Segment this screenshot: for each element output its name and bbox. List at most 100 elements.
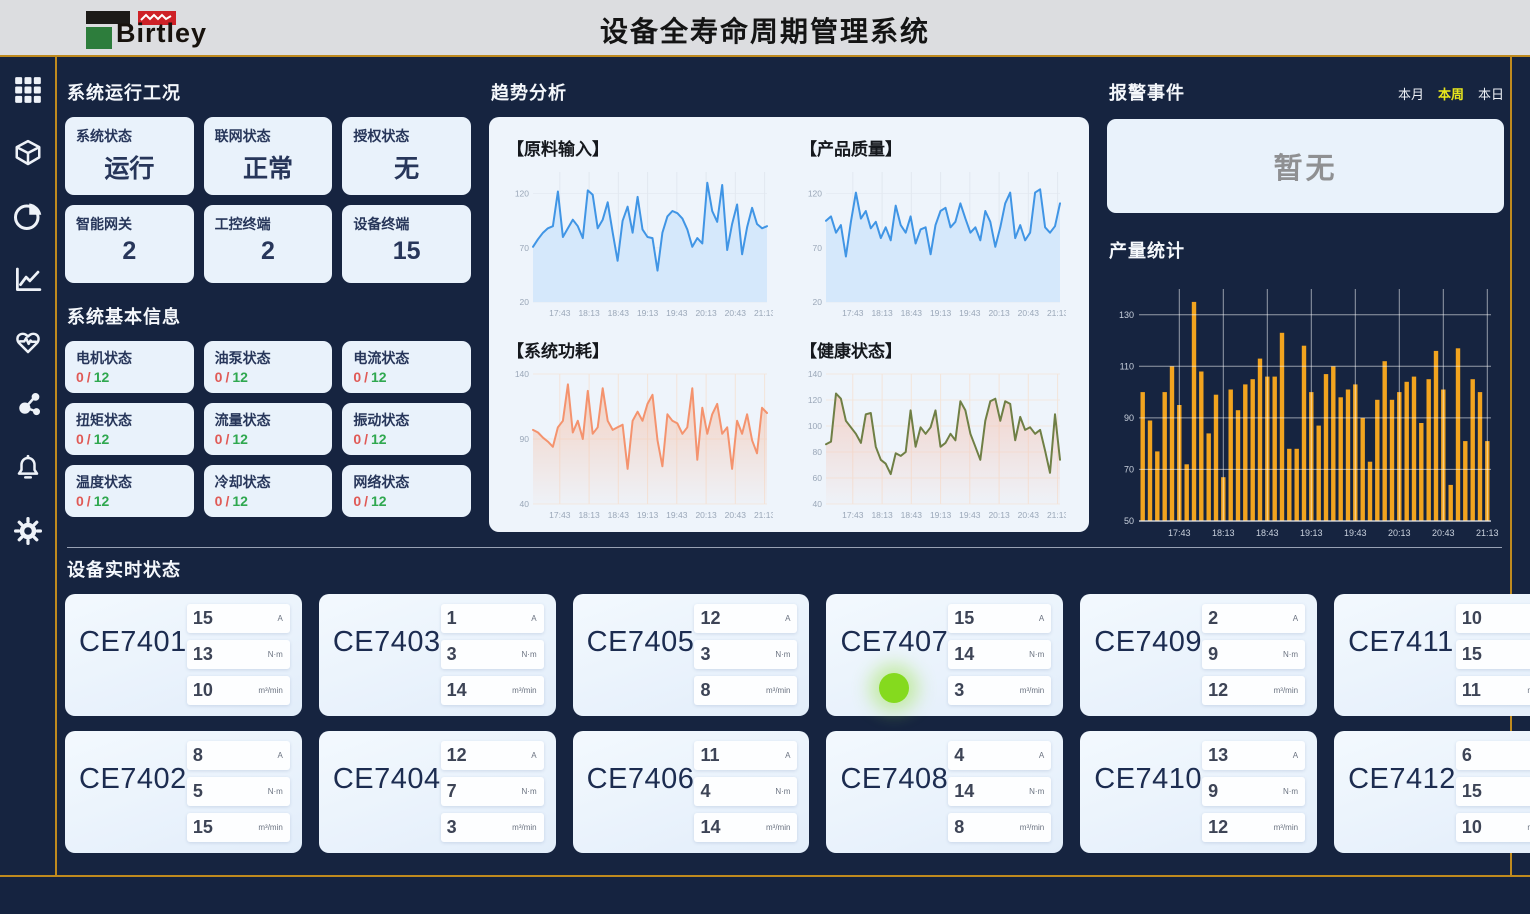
device-metric-row: 10m³/min <box>1456 813 1530 842</box>
svg-text:21:13: 21:13 <box>754 308 773 318</box>
sidebar-item-settings[interactable] <box>11 514 45 548</box>
device-metric-unit: N·m <box>775 787 790 796</box>
total-count: 12 <box>232 431 248 447</box>
sidebar-item-equipment-model[interactable] <box>11 136 45 170</box>
device-metric-row: 14m³/min <box>694 813 797 842</box>
device-card-ce7411[interactable]: CE741110A15N·m11m³/min <box>1334 594 1530 716</box>
tab-this-month[interactable]: 本月 <box>1398 84 1424 103</box>
device-metric-row: 11A <box>694 741 797 770</box>
main-content: 系统运行工况 系统状态 运行 联网状态 正常 授权状态 无 <box>59 57 1512 875</box>
device-metric-unit: A <box>277 751 282 760</box>
tab-this-week[interactable]: 本周 <box>1438 84 1464 103</box>
svg-text:80: 80 <box>813 447 823 457</box>
device-metric-row: 15A <box>187 604 290 633</box>
status-card-value: 正常 <box>215 149 322 185</box>
total-count: 12 <box>94 493 110 509</box>
sidebar-item-alarms[interactable] <box>11 451 45 485</box>
count-separator: / <box>225 431 229 447</box>
sidebar-item-network[interactable] <box>11 388 45 422</box>
device-name: CE7412 <box>1348 763 1456 843</box>
count-separator: / <box>87 493 91 509</box>
alarm-title: 报警事件 <box>1109 79 1185 105</box>
status-card-license: 授权状态 无 <box>342 117 471 195</box>
device-card-ce7409[interactable]: CE74092A9N·m12m³/min <box>1080 594 1317 716</box>
device-metric-unit: N·m <box>522 650 537 659</box>
svg-text:19:43: 19:43 <box>666 308 688 318</box>
chart-title-raw-input: 【原料输入】 <box>507 135 782 160</box>
chart-title-power-consumption: 【系统功耗】 <box>507 337 782 362</box>
device-metric-value: 14 <box>447 680 467 701</box>
device-name: CE7410 <box>1094 763 1202 843</box>
svg-text:70: 70 <box>520 243 530 253</box>
svg-text:18:13: 18:13 <box>871 510 893 520</box>
sidebar-item-statistics[interactable] <box>11 199 45 233</box>
info-card-label: 冷却状态 <box>215 472 322 492</box>
svg-text:20:43: 20:43 <box>1432 528 1455 538</box>
device-metric-value: 12 <box>1208 680 1228 701</box>
device-metric-unit: m³/min <box>512 823 536 832</box>
device-name: CE7406 <box>587 763 695 843</box>
device-card-ce7402[interactable]: CE74028A5N·m15m³/min <box>65 731 302 853</box>
device-metric-row: 4A <box>948 741 1051 770</box>
svg-text:20:13: 20:13 <box>695 308 717 318</box>
production-title: 产量统计 <box>1109 237 1504 263</box>
device-metric-row: 8A <box>187 741 290 770</box>
trend-chart-raw-input: 17:4318:1318:4319:1319:4320:1320:4321:13… <box>503 162 773 320</box>
device-metric-value: 14 <box>954 781 974 802</box>
footer-bar <box>0 877 1530 914</box>
device-metric-row: 15m³/min <box>187 813 290 842</box>
alarm-count: 0 <box>215 369 223 385</box>
info-card: 冷却状态0/12 <box>204 465 333 517</box>
device-metric-value: 12 <box>700 608 720 629</box>
line-chart-icon <box>13 264 43 294</box>
device-name: CE7405 <box>587 626 695 706</box>
total-count: 12 <box>94 431 110 447</box>
svg-text:21:13: 21:13 <box>1476 528 1499 538</box>
alarm-empty-card: 暂无 <box>1107 119 1504 213</box>
sidebar-item-dashboard[interactable] <box>11 73 45 107</box>
device-metric-value: 15 <box>954 608 974 629</box>
alarm-period-tabs: 本月 本周 本日 <box>1398 84 1504 103</box>
device-card-ce7412[interactable]: CE74126A15N·m10m³/min <box>1334 731 1530 853</box>
device-metric-value: 3 <box>954 680 964 701</box>
info-card: 温度状态0/12 <box>65 465 194 517</box>
info-card-label: 流量状态 <box>215 410 322 430</box>
device-metric-value: 10 <box>1462 608 1482 629</box>
device-card-ce7408[interactable]: CE74084A14N·m8m³/min <box>826 731 1063 853</box>
tab-today[interactable]: 本日 <box>1478 84 1504 103</box>
svg-text:120: 120 <box>808 189 822 199</box>
sidebar-item-trends[interactable] <box>11 262 45 296</box>
system-info-title: 系统基本信息 <box>67 303 471 329</box>
svg-text:19:13: 19:13 <box>637 308 659 318</box>
device-card-ce7404[interactable]: CE740412A7N·m3m³/min <box>319 731 556 853</box>
alarm-count: 0 <box>215 493 223 509</box>
device-metric-value: 8 <box>700 680 710 701</box>
device-card-ce7407[interactable]: CE740715A14N·m3m³/min <box>826 594 1063 716</box>
svg-text:90: 90 <box>520 434 530 444</box>
device-card-ce7406[interactable]: CE740611A 4N·m 14m³/min <box>573 731 810 853</box>
svg-text:17:43: 17:43 <box>549 308 571 318</box>
status-card-label: 授权状态 <box>353 126 460 146</box>
device-metric-value: 3 <box>447 817 457 838</box>
device-card-ce7403[interactable]: CE74031A3N·m14m³/min <box>319 594 556 716</box>
device-name: CE7401 <box>79 626 187 706</box>
device-metric-value: 15 <box>1462 644 1482 665</box>
svg-text:20:43: 20:43 <box>1018 510 1040 520</box>
device-metric-unit: m³/min <box>1020 823 1044 832</box>
device-metric-value: 14 <box>954 644 974 665</box>
device-card-ce7405[interactable]: CE740512A3N·m8m³/min <box>573 594 810 716</box>
device-metric-row: 15N·m <box>1456 777 1530 806</box>
system-status-title: 系统运行工况 <box>67 79 471 105</box>
device-metric-unit: N·m <box>1029 787 1044 796</box>
device-metric-value: 1 <box>447 608 457 629</box>
device-metric-row: 4N·m <box>694 777 797 806</box>
device-card-ce7410[interactable]: CE741013A9N·m12m³/min <box>1080 731 1317 853</box>
sidebar-item-health[interactable] <box>11 325 45 359</box>
gear-icon <box>13 516 43 546</box>
svg-text:70: 70 <box>1124 464 1134 474</box>
device-metric-value: 3 <box>447 644 457 665</box>
status-card-label: 系统状态 <box>76 126 183 146</box>
device-card-ce7401[interactable]: CE740115A13N·m10m³/min <box>65 594 302 716</box>
device-metric-unit: m³/min <box>258 686 282 695</box>
svg-text:140: 140 <box>515 369 529 379</box>
